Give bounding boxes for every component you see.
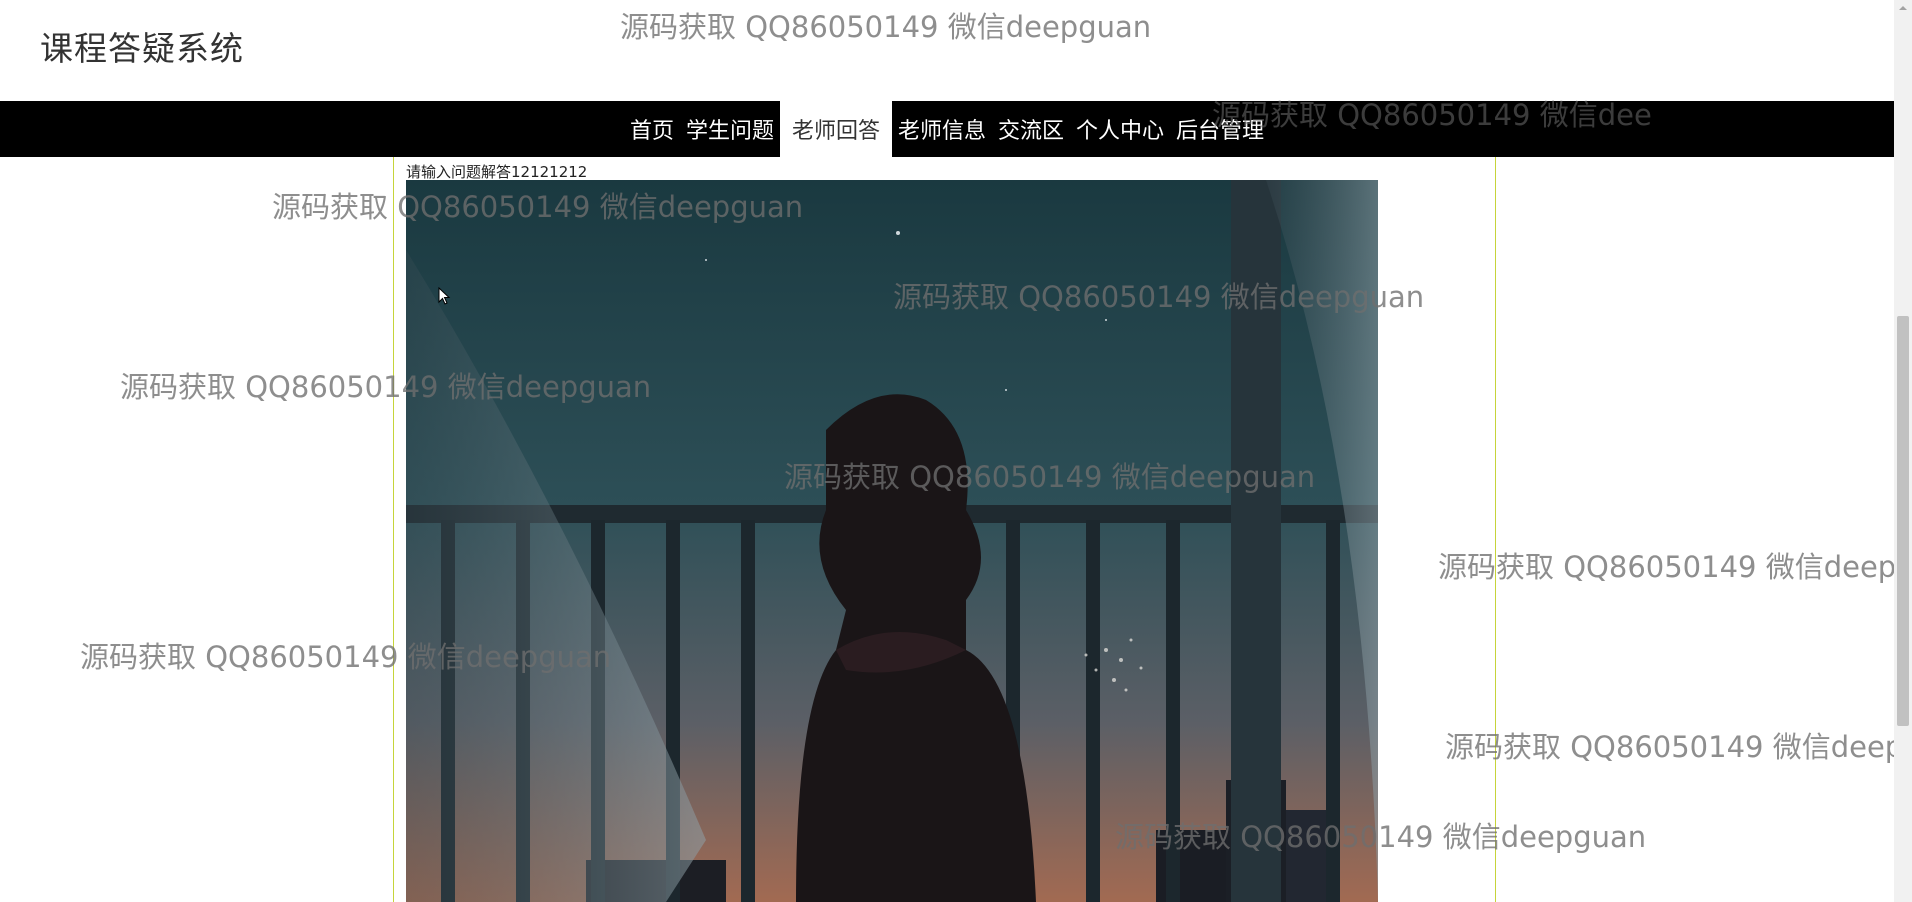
scrollbar-thumb[interactable] <box>1897 316 1909 726</box>
watermark-text: 源码获取 QQ86050149 微信deep <box>1445 730 1904 764</box>
watermark-text: 源码获取 QQ86050149 微信deepg <box>1438 550 1912 584</box>
site-title: 课程答疑系统 <box>40 29 244 68</box>
nav-item-teacher-info[interactable]: 老师信息 <box>892 101 992 157</box>
watermark-text: 源码获取 QQ86050149 微信deepguan <box>620 10 1152 44</box>
nav-item-student-questions[interactable]: 学生问题 <box>680 101 780 157</box>
mouse-cursor-icon <box>438 286 452 311</box>
main-nav: 首页 学生问题 老师回答 老师信息 交流区 个人中心 后台管理 <box>0 101 1894 157</box>
nav-item-teacher-answers[interactable]: 老师回答 <box>779 101 892 157</box>
nav-item-admin[interactable]: 后台管理 <box>1170 101 1270 157</box>
nav-item-forum[interactable]: 交流区 <box>992 101 1070 157</box>
vertical-scrollbar[interactable] <box>1894 0 1912 902</box>
answer-photo-icon <box>406 180 1378 902</box>
nav-item-home[interactable]: 首页 <box>624 101 680 157</box>
scroll-up-arrow-icon[interactable] <box>1894 0 1912 16</box>
answer-image <box>406 180 1378 902</box>
answer-title: 请输入问题解答12121212 <box>406 163 588 181</box>
nav-item-personal-center[interactable]: 个人中心 <box>1070 101 1170 157</box>
